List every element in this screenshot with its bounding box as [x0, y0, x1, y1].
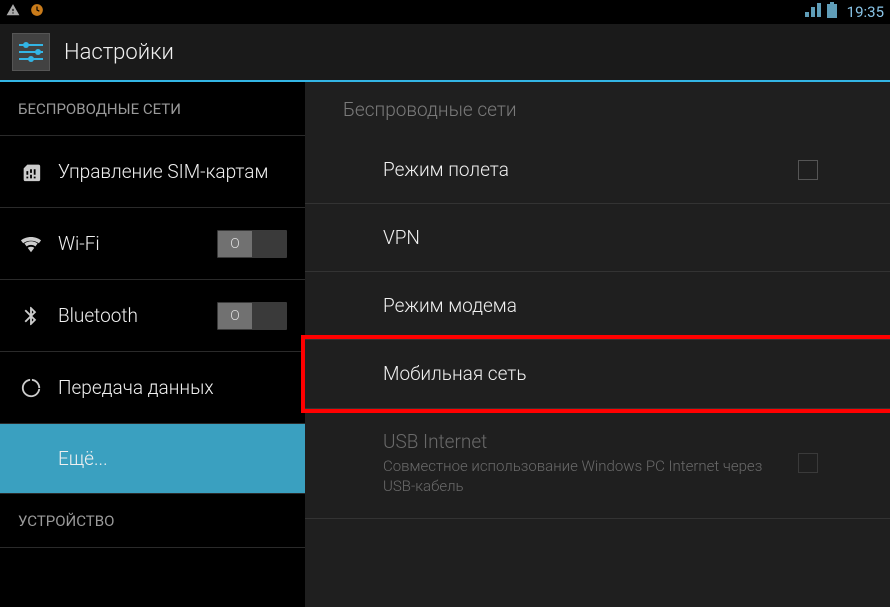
main-item-mobile-network[interactable]: Мобильная сеть	[305, 339, 890, 409]
status-time: 19:35	[847, 3, 884, 21]
main-panel: Беспроводные сети Режим полета VPN Режим…	[305, 82, 890, 607]
sidebar-item-bluetooth[interactable]: Bluetooth O	[0, 280, 305, 352]
main-item-label: USB Internet	[383, 430, 788, 453]
sidebar-item-sim[interactable]: Управление SIM-картам	[0, 136, 305, 208]
main-item-usb-internet: USB Internet Совместное использование Wi…	[305, 408, 890, 519]
main-section-header: Беспроводные сети	[305, 82, 890, 136]
usb-checkbox	[798, 453, 818, 473]
main-item-label: Мобильная сеть	[383, 362, 527, 385]
sidebar-item-wifi[interactable]: Wi-Fi O	[0, 208, 305, 280]
settings-sidebar: БЕСПРОВОДНЫЕ СЕТИ Управление SIM-картам …	[0, 82, 305, 607]
update-icon	[30, 3, 44, 21]
main-item-subtitle: Совместное использование Windows PC Inte…	[383, 457, 788, 496]
page-title: Настройки	[64, 40, 174, 65]
bluetooth-toggle[interactable]: O	[217, 302, 287, 330]
sidebar-item-more[interactable]: Ещё...	[0, 424, 305, 494]
signal-icon	[805, 3, 821, 21]
status-bar: 19:35	[0, 0, 890, 24]
sidebar-item-data[interactable]: Передача данных	[0, 352, 305, 424]
sidebar-item-label: Wi-Fi	[58, 232, 217, 255]
app-header: Настройки	[0, 24, 890, 82]
sidebar-item-label: Bluetooth	[58, 304, 217, 327]
battery-icon	[827, 2, 837, 22]
main-item-label: Режим полета	[383, 158, 509, 181]
main-item-label: VPN	[383, 226, 420, 249]
data-usage-icon	[18, 377, 44, 399]
airplane-checkbox[interactable]	[798, 160, 818, 180]
sim-icon	[18, 161, 44, 183]
sidebar-item-label: Передача данных	[58, 376, 287, 399]
sidebar-item-label: Ещё...	[58, 447, 287, 470]
wifi-icon	[18, 233, 44, 255]
main-item-airplane[interactable]: Режим полета	[305, 136, 890, 204]
bluetooth-icon	[18, 305, 44, 327]
wifi-toggle[interactable]: O	[217, 230, 287, 258]
main-item-tether[interactable]: Режим модема	[305, 272, 890, 340]
main-item-label: Режим модема	[383, 294, 517, 317]
section-header-device: УСТРОЙСТВО	[0, 494, 305, 548]
main-item-vpn[interactable]: VPN	[305, 204, 890, 272]
section-header-wireless: БЕСПРОВОДНЫЕ СЕТИ	[0, 82, 305, 136]
sidebar-item-label: Управление SIM-картам	[58, 160, 287, 183]
warning-icon	[6, 3, 20, 21]
settings-icon	[12, 33, 50, 71]
